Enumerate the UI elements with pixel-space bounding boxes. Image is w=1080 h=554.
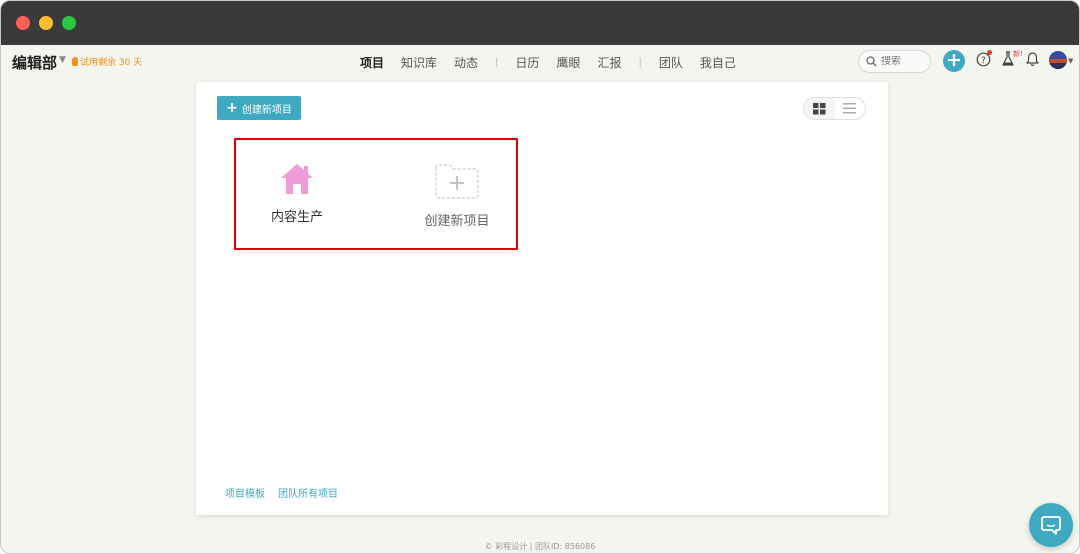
maximize-window-button[interactable] <box>62 16 76 30</box>
nav-divider: | <box>495 57 499 68</box>
team-dropdown-icon[interactable]: ▼ <box>59 55 66 65</box>
new-project-label: 创建新项目 <box>424 214 490 229</box>
list-view-button[interactable] <box>835 98 866 119</box>
avatar-dropdown-icon[interactable]: ▼ <box>1068 57 1073 65</box>
add-folder-icon <box>435 164 479 199</box>
main-nav: 项目 知识库 动态 | 日历 鹰眼 汇报 | 团队 我自己 <box>360 54 753 71</box>
trial-notice[interactable]: 试用剩余 30 天 <box>72 55 142 68</box>
new-project-card[interactable]: 创建新项目 <box>402 162 512 229</box>
nav-item-eagle-eye[interactable]: 鹰眼 <box>556 54 580 71</box>
notification-dot <box>987 50 992 55</box>
nav-item-team[interactable]: 团队 <box>659 54 683 71</box>
title-bar <box>1 1 1079 45</box>
nav-item-myself[interactable]: 我自己 <box>700 54 736 71</box>
minimize-window-button[interactable] <box>39 16 53 30</box>
plus-icon: + <box>226 100 238 116</box>
home-icon <box>281 164 313 194</box>
grid-icon <box>812 102 826 114</box>
app-window: 编辑部 ▼ 试用剩余 30 天 项目 知识库 动态 | 日历 鹰眼 汇报 | 团… <box>0 0 1080 554</box>
avatar[interactable] <box>1049 51 1067 69</box>
bell-icon[interactable] <box>1025 51 1040 67</box>
svg-text:?: ? <box>981 56 986 66</box>
footer-links: 项目模板 团队所有项目 <box>225 485 338 500</box>
bulb-icon <box>72 57 78 66</box>
project-templates-link[interactable]: 项目模板 <box>225 485 265 500</box>
create-project-label: 创建新项目 <box>241 104 292 116</box>
projects-panel: + 创建新项目 内容生产 创建新项目 项目模板 团队所有项目 <box>196 82 888 515</box>
chat-support-button[interactable] <box>1029 503 1073 547</box>
view-toggle <box>803 97 866 120</box>
project-name: 内容生产 <box>270 210 323 225</box>
create-project-button[interactable]: + 创建新项目 <box>217 96 301 120</box>
list-icon <box>843 103 857 114</box>
copyright-text: © 彩程设计 | 团队ID: 856086 <box>484 542 596 551</box>
quick-add-button[interactable]: + <box>943 50 965 72</box>
grid-view-button[interactable] <box>804 98 835 119</box>
search-box[interactable] <box>858 50 931 73</box>
chat-icon <box>1041 516 1061 535</box>
nav-item-projects[interactable]: 项目 <box>360 54 384 71</box>
nav-item-activity[interactable]: 动态 <box>454 54 478 71</box>
search-icon <box>866 56 877 67</box>
search-input[interactable] <box>881 56 926 67</box>
new-badge: 新! <box>1013 50 1023 58</box>
all-team-projects-link[interactable]: 团队所有项目 <box>278 485 338 500</box>
trial-text: 试用剩余 30 天 <box>80 58 143 68</box>
project-card[interactable]: 内容生产 <box>242 162 352 225</box>
nav-divider: | <box>638 57 642 68</box>
nav-item-knowledge[interactable]: 知识库 <box>401 54 437 71</box>
nav-item-calendar[interactable]: 日历 <box>515 54 539 71</box>
nav-item-reports[interactable]: 汇报 <box>597 54 621 71</box>
close-window-button[interactable] <box>16 16 30 30</box>
app-header: 编辑部 ▼ 试用剩余 30 天 项目 知识库 动态 | 日历 鹰眼 汇报 | 团… <box>1 45 1079 79</box>
team-name[interactable]: 编辑部 <box>12 52 57 73</box>
